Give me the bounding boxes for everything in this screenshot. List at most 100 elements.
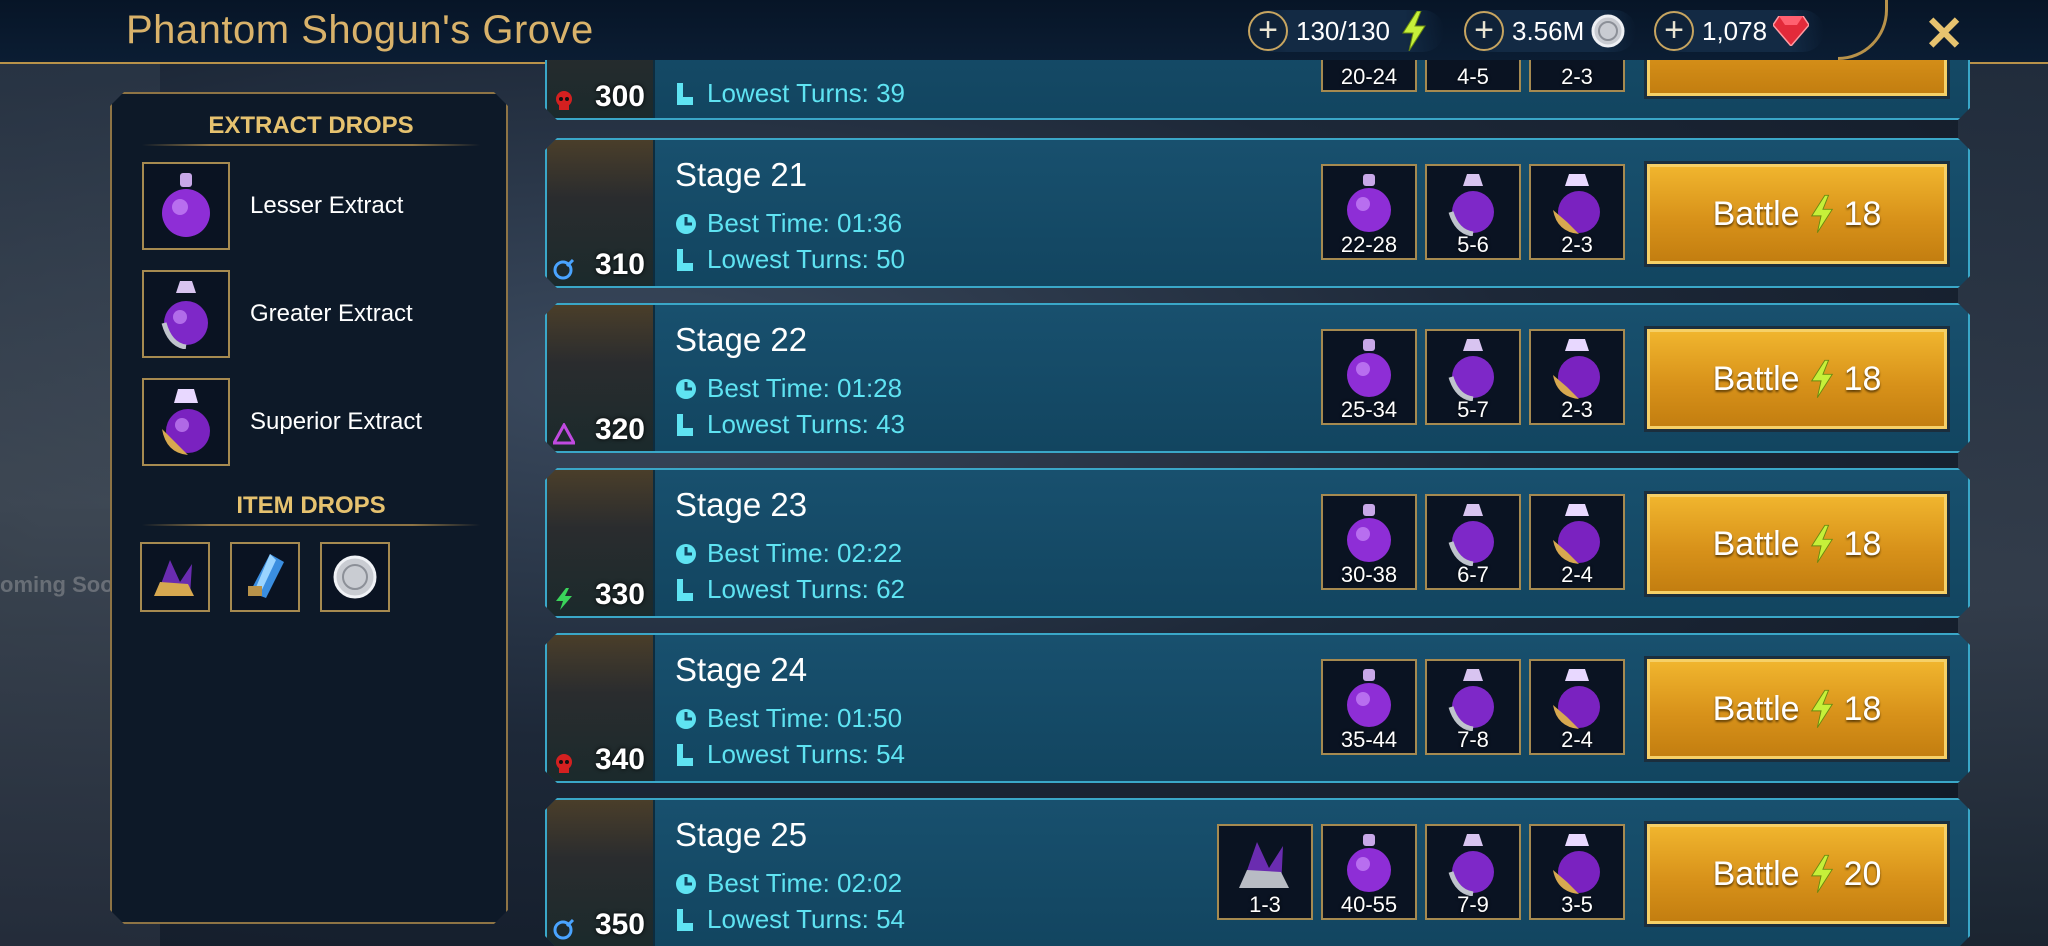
lesser-extract-icon	[1337, 172, 1401, 236]
battle-button[interactable]: Battle 20	[1647, 824, 1947, 924]
drop-superior-extract[interactable]: 2-3	[1529, 329, 1625, 425]
battle-label: Battle	[1712, 194, 1800, 233]
drop-quantity: 22-28	[1340, 232, 1398, 257]
lesser-extract-icon	[1337, 502, 1401, 566]
lowest-turns: Lowest Turns: 62	[675, 574, 905, 605]
stage-row: 320 Stage 22 Best Time: 01:28 Lowest Tur…	[545, 303, 1970, 453]
battle-button[interactable]: Battle 18	[1647, 494, 1947, 594]
drop-artifact[interactable]: 1-3	[1217, 824, 1313, 920]
extract-label: Greater Extract	[250, 300, 413, 327]
best-time: Best Time: 02:22	[675, 538, 902, 569]
gems-resource: + 1,078	[1654, 10, 1824, 52]
silver-value: 3.56M	[1512, 15, 1585, 46]
skull-affinity-icon	[553, 753, 575, 775]
superior-extract-icon[interactable]	[142, 378, 230, 466]
boss-power: 300	[594, 80, 645, 113]
divider	[142, 524, 480, 526]
lowest-turns: Lowest Turns: 43	[675, 409, 905, 440]
energy-bolt-icon	[1808, 194, 1836, 234]
blue-shard-icon[interactable]	[230, 542, 300, 612]
energy-value: 130/130	[1296, 15, 1390, 46]
greater-extract-icon[interactable]	[142, 270, 230, 358]
extract-label: Lesser Extract	[250, 192, 404, 219]
battle-energy-cost: 18	[1843, 194, 1882, 233]
drop-superior[interactable]: 2-3	[1529, 60, 1625, 92]
drop-lesser-extract[interactable]: 40-55	[1321, 824, 1417, 920]
clock-icon	[675, 378, 697, 400]
add-silver-button[interactable]: +	[1464, 11, 1504, 51]
greater-extract-icon	[1441, 337, 1505, 401]
close-button[interactable]: ✕	[1924, 6, 1964, 62]
drop-greater[interactable]: 4-5	[1425, 60, 1521, 92]
drop-quantity: 7-9	[1457, 892, 1489, 917]
boss-portrait: 320	[547, 305, 655, 451]
drop-quantity: 35-44	[1340, 727, 1398, 752]
boss-portrait: 310	[547, 140, 655, 286]
stage-list[interactable]: 300 Lowest Turns: 39 20-24 4-5 2-3 310 S…	[545, 60, 1970, 946]
drop-greater-extract[interactable]: 7-8	[1425, 659, 1521, 755]
ruby-gem-icon	[1773, 13, 1810, 49]
boot-icon	[675, 249, 697, 271]
drop-quantity: 30-38	[1340, 562, 1398, 587]
energy-bolt-icon	[1808, 854, 1836, 894]
boot-icon	[675, 579, 697, 601]
battle-button[interactable]: Battle 18	[1647, 659, 1947, 759]
energy-bolt-icon	[1808, 359, 1836, 399]
stage-name: Stage 21	[675, 156, 808, 193]
superior-extract-icon	[1545, 502, 1609, 566]
silver-coin-icon[interactable]	[320, 542, 390, 612]
lowest-turns: Lowest Turns: 50	[675, 244, 905, 275]
drop-quantity: 2-4	[1561, 562, 1593, 587]
lesser-extract-icon[interactable]	[142, 162, 230, 250]
drop-greater-extract[interactable]: 5-7	[1425, 329, 1521, 425]
drop-quantity: 25-34	[1340, 397, 1398, 422]
superior-extract-icon	[1545, 172, 1609, 236]
stage-row: 310 Stage 21 Best Time: 01:36 Lowest Tur…	[545, 138, 1970, 288]
drop-lesser-extract[interactable]: 35-44	[1321, 659, 1417, 755]
battle-energy-cost: 20	[1843, 854, 1882, 893]
lowest-turns: Lowest Turns: 39	[675, 78, 905, 109]
boot-icon	[675, 909, 697, 931]
lesser-extract-icon	[1337, 667, 1401, 731]
artifact-icon	[1233, 832, 1297, 896]
drop-superior-extract[interactable]: 2-4	[1529, 494, 1625, 590]
add-gems-button[interactable]: +	[1654, 11, 1694, 51]
boss-portrait: 330	[547, 470, 655, 616]
drop-superior-extract[interactable]: 2-4	[1529, 659, 1625, 755]
add-energy-button[interactable]: +	[1248, 11, 1288, 51]
greater-extract-icon	[1441, 667, 1505, 731]
spirit-affinity-icon	[553, 423, 575, 445]
boot-icon	[675, 414, 697, 436]
drop-superior-extract[interactable]: 3-5	[1529, 824, 1625, 920]
lesser-extract-icon	[1337, 832, 1401, 896]
corner-decoration	[1838, 0, 1888, 60]
boss-portrait: 340	[547, 635, 655, 781]
divider	[142, 144, 480, 146]
lesser-extract-icon	[1337, 337, 1401, 401]
drop-lesser[interactable]: 20-24	[1321, 60, 1417, 92]
drop-lesser-extract[interactable]: 25-34	[1321, 329, 1417, 425]
page-title: Phantom Shogun's Grove	[126, 8, 594, 52]
background-right	[1958, 60, 2048, 946]
drop-quantity: 1-3	[1249, 892, 1281, 917]
magic-affinity-icon	[553, 258, 575, 280]
silver-resource: + 3.56M	[1464, 10, 1636, 52]
stage-name: Stage 23	[675, 486, 808, 523]
boot-icon	[675, 744, 697, 766]
top-bar: Phantom Shogun's Grove + 130/130 + 3.56M…	[0, 0, 2048, 64]
boss-power: 340	[594, 743, 645, 776]
drop-lesser-extract[interactable]: 30-38	[1321, 494, 1417, 590]
battle-button[interactable]: Battle 18	[1647, 329, 1947, 429]
battle-button[interactable]: Battle 18	[1647, 164, 1947, 264]
drop-greater-extract[interactable]: 7-9	[1425, 824, 1521, 920]
drop-superior-extract[interactable]: 2-3	[1529, 164, 1625, 260]
artifact-icon[interactable]	[140, 542, 210, 612]
drop-quantity: 5-7	[1457, 397, 1489, 422]
greater-extract-icon	[1441, 832, 1505, 896]
drop-quantity: 40-55	[1340, 892, 1398, 917]
drop-greater-extract[interactable]: 5-6	[1425, 164, 1521, 260]
stage-name: Stage 25	[675, 816, 808, 853]
battle-button[interactable]	[1647, 60, 1947, 96]
drop-lesser-extract[interactable]: 22-28	[1321, 164, 1417, 260]
drop-greater-extract[interactable]: 6-7	[1425, 494, 1521, 590]
